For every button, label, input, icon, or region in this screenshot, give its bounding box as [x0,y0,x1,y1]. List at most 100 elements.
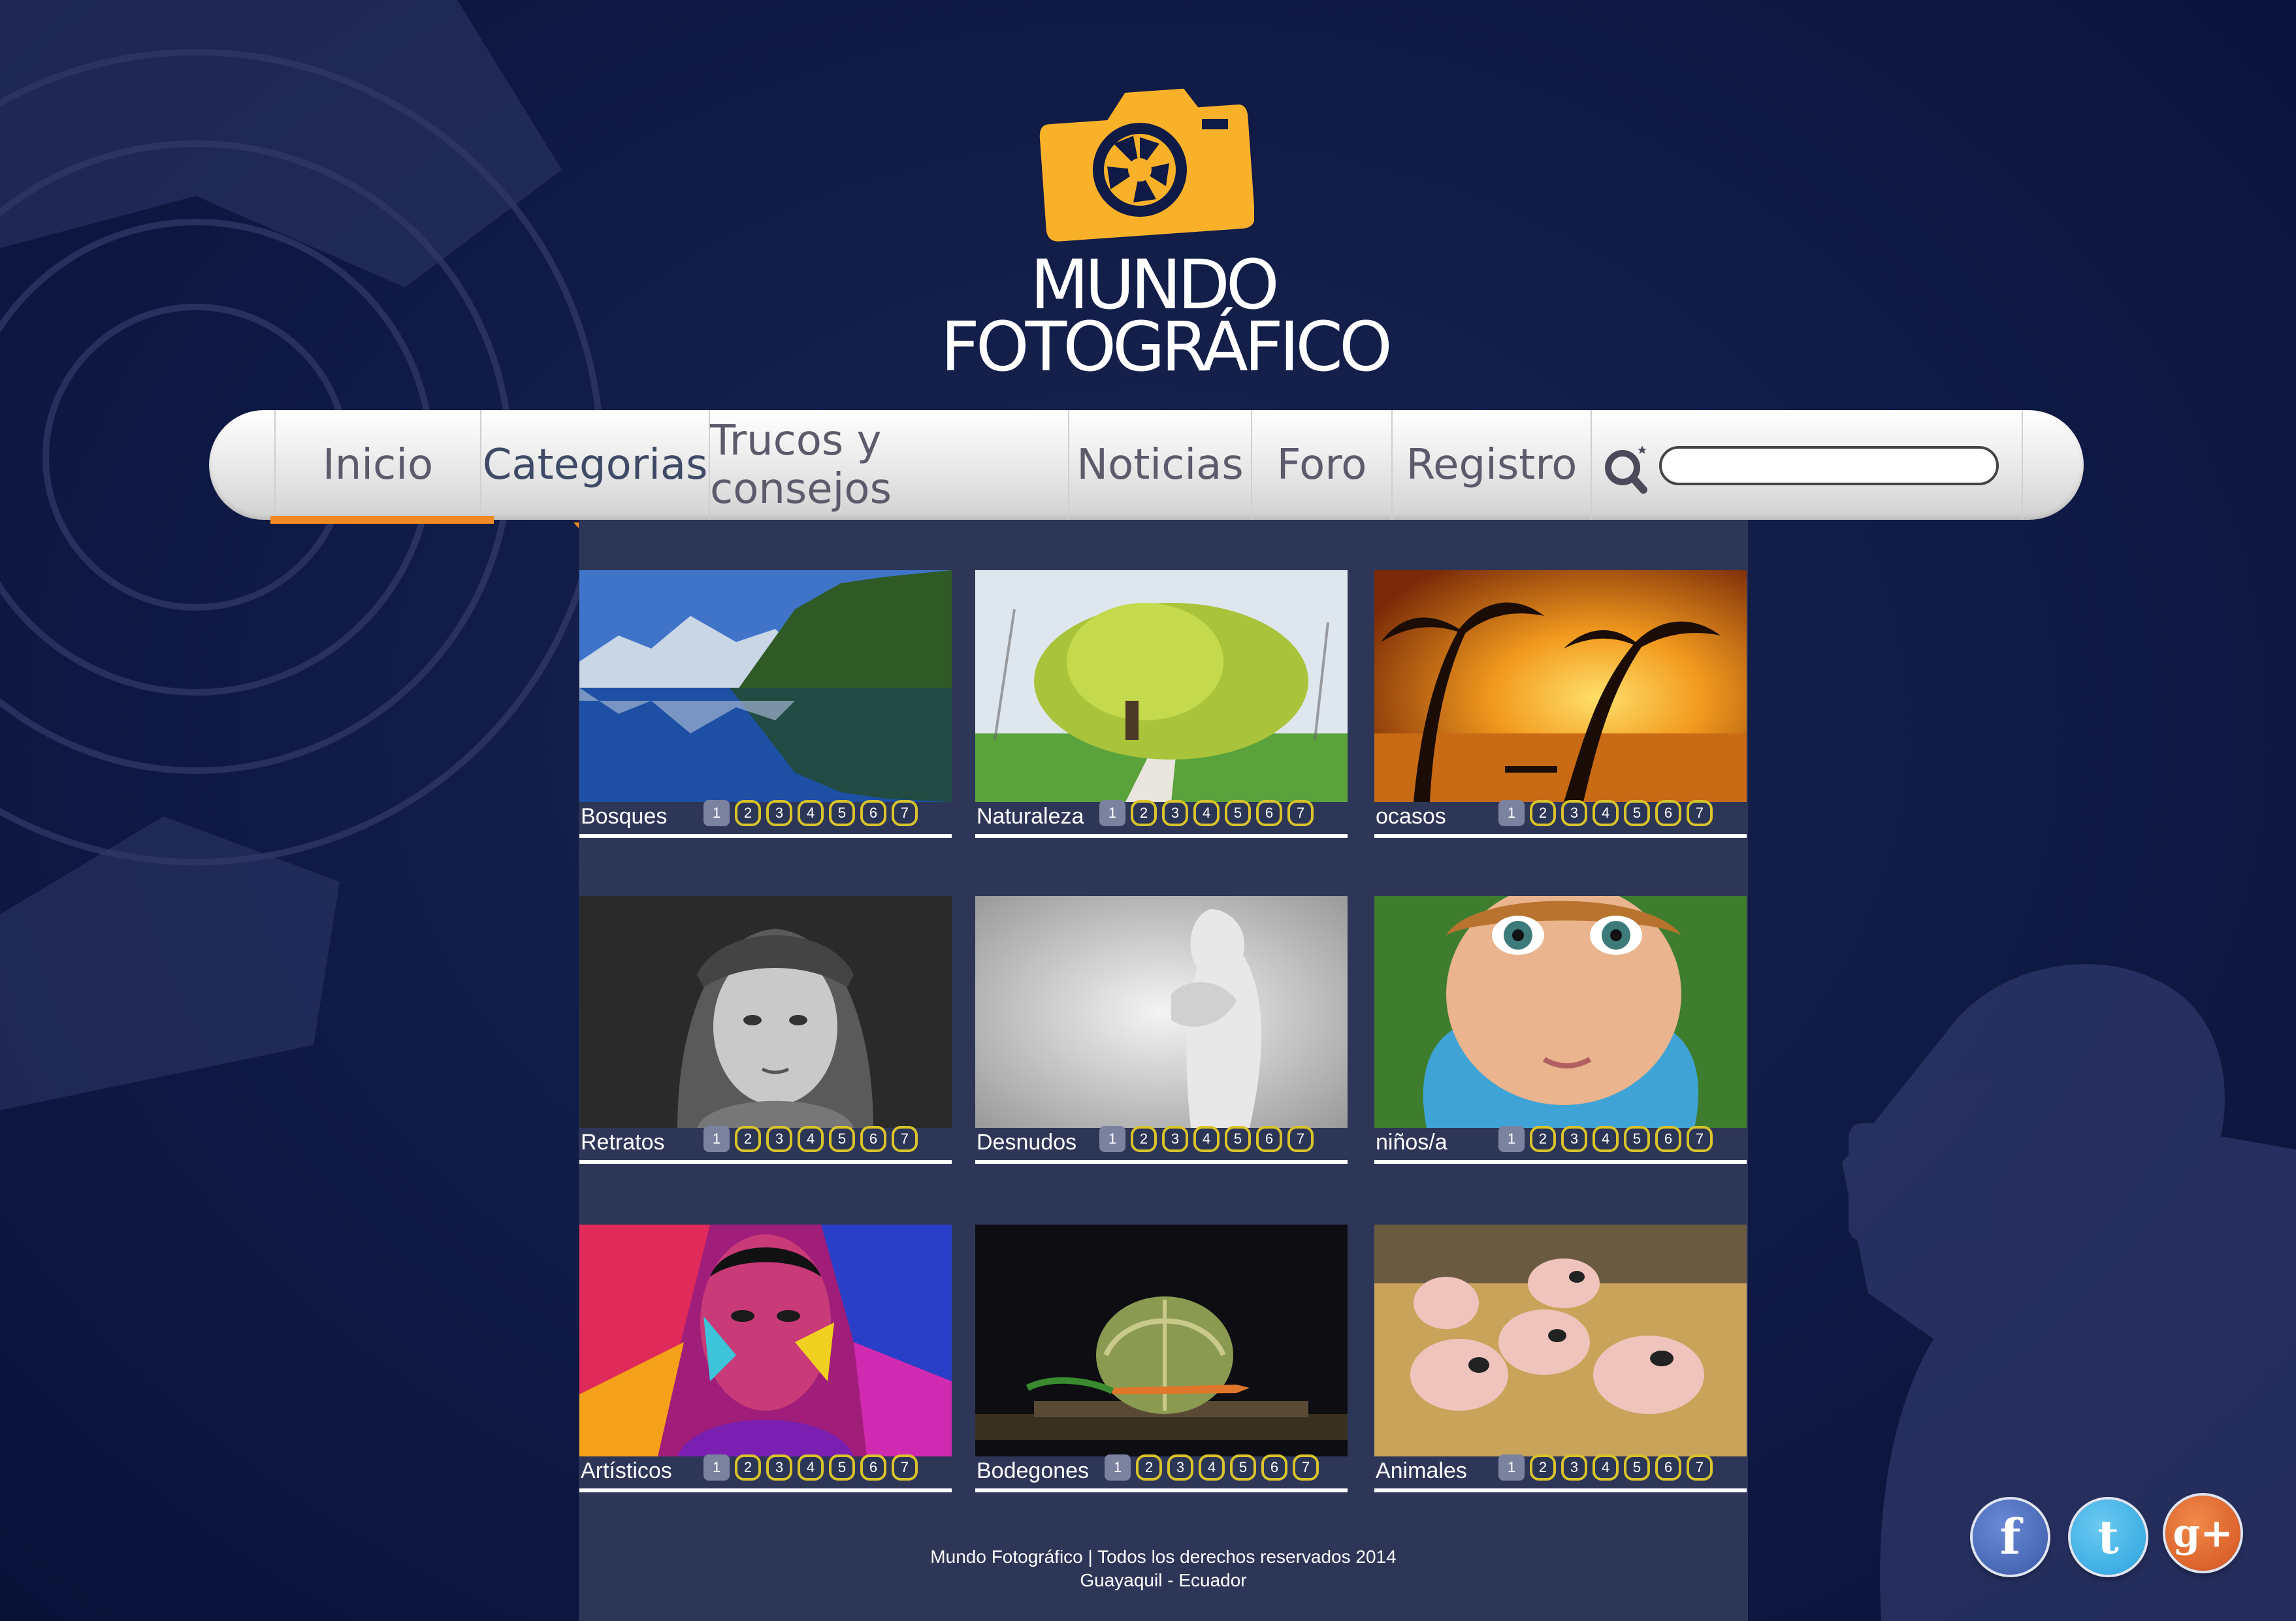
search-icon[interactable] [1600,443,1653,495]
page-button[interactable]: 6 [860,800,886,826]
page-button[interactable]: 4 [1193,800,1220,826]
nav-item-foro[interactable]: Foro [1251,410,1391,520]
page-button[interactable]: 7 [1687,800,1713,826]
page-button[interactable]: 7 [1287,1126,1314,1152]
page-button[interactable]: 5 [829,1126,855,1152]
category-label[interactable]: niños/a [1376,1130,1447,1155]
page-button[interactable]: 1 [1099,800,1125,826]
page-button[interactable]: 2 [735,1126,761,1152]
page-button[interactable]: 2 [735,1454,761,1481]
nav-end-divider [2022,410,2023,520]
page-button[interactable]: 6 [1655,1454,1681,1481]
page-button[interactable]: 6 [1256,800,1282,826]
page-button[interactable]: 1 [1498,800,1525,826]
category-label[interactable]: ocasos [1376,804,1446,829]
category-label[interactable]: Animales [1376,1458,1467,1484]
page-button[interactable]: 4 [798,800,824,826]
site-logo[interactable]: MUNDO FOTOGRÁFICO [941,65,1393,392]
page-button[interactable]: 6 [1256,1126,1282,1152]
page-button[interactable]: 5 [1230,1454,1256,1481]
page-button[interactable]: 6 [1655,800,1681,826]
page-button[interactable]: 7 [1287,800,1314,826]
page-button[interactable]: 6 [860,1126,886,1152]
category-label[interactable]: Naturaleza [977,804,1084,829]
category-label[interactable]: Desnudos [977,1130,1076,1155]
page-button[interactable]: 1 [1498,1454,1525,1481]
nav-item-noticias[interactable]: Noticias [1068,410,1251,520]
page-button[interactable]: 7 [892,1126,918,1152]
painted-face-photo[interactable] [579,1225,952,1456]
category-label[interactable]: Retratos [581,1130,665,1155]
piglets-photo[interactable] [1374,1225,1747,1456]
caption-divider [975,1488,1348,1492]
page-button[interactable]: 3 [766,1454,792,1481]
page-button[interactable]: 1 [703,1454,730,1481]
page-button[interactable]: 3 [766,800,792,826]
page-button[interactable]: 2 [1136,1454,1162,1481]
page-button[interactable]: 4 [1193,1126,1220,1152]
portrait-girl-photo[interactable] [579,896,952,1128]
page-button[interactable]: 4 [798,1454,824,1481]
page-button[interactable]: 2 [1131,1126,1157,1152]
page-button[interactable]: 1 [1498,1126,1525,1152]
willow-tree-photo[interactable] [975,570,1348,802]
page-button[interactable]: 3 [1561,800,1587,826]
nav-item-label: Noticias [1076,441,1244,489]
page-button[interactable]: 6 [1261,1454,1287,1481]
page-button[interactable]: 7 [892,1454,918,1481]
page-button[interactable]: 7 [1687,1126,1713,1152]
page-button[interactable]: 5 [1225,800,1251,826]
lake-forest-photo[interactable] [579,570,952,802]
twitter-icon[interactable]: t [2071,1500,2146,1575]
page-button[interactable]: 2 [1530,1454,1556,1481]
caption-divider [1374,834,1747,838]
page-button[interactable]: 3 [1162,800,1188,826]
footer-copyright: Mundo Fotográfico | Todos los derechos r… [930,1547,1397,1567]
page-button[interactable]: 1 [703,800,730,826]
page-button[interactable]: 7 [892,800,918,826]
page-button[interactable]: 4 [1593,1454,1619,1481]
page-button[interactable]: 5 [829,1454,855,1481]
nude-figure-photo[interactable] [975,896,1348,1128]
page-button[interactable]: 5 [1624,800,1650,826]
page-button[interactable]: 2 [1530,800,1556,826]
google-plus-icon[interactable]: g+ [2165,1496,2240,1571]
page-button[interactable]: 3 [1162,1126,1188,1152]
category-label[interactable]: Bosques [581,804,667,829]
page-button[interactable]: 5 [1624,1126,1650,1152]
category-label[interactable]: Artísticos [581,1458,672,1484]
nav-item-registro[interactable]: Registro [1391,410,1591,520]
page-button[interactable]: 3 [1561,1454,1587,1481]
page-button[interactable]: 1 [1099,1126,1125,1152]
facebook-icon[interactable]: f [1973,1500,2048,1575]
page-button[interactable]: 7 [1293,1454,1319,1481]
nav-item-trucos[interactable]: Trucos y consejos [709,410,1068,520]
page-button[interactable]: 4 [1199,1454,1225,1481]
nav-item-inicio[interactable]: Inicio [274,410,480,520]
page-button[interactable]: 4 [1593,1126,1619,1152]
page-button[interactable]: 5 [1624,1454,1650,1481]
child-face-photo[interactable] [1374,896,1747,1128]
page-button[interactable]: 6 [860,1454,886,1481]
twitter-label: t [2097,1510,2119,1564]
page-button[interactable]: 5 [829,800,855,826]
page-button[interactable]: 4 [1593,800,1619,826]
page-button[interactable]: 2 [735,800,761,826]
cabbage-still-life-photo[interactable] [975,1225,1348,1456]
page-button[interactable]: 1 [1105,1454,1131,1481]
category-label[interactable]: Bodegones [977,1458,1089,1484]
page-button[interactable]: 3 [1561,1126,1587,1152]
page-button[interactable]: 4 [798,1126,824,1152]
nav-item-categorias[interactable]: Categorias [480,410,709,520]
page-button[interactable]: 7 [1687,1454,1713,1481]
page-selector: 1 2 3 4 5 6 7 [1105,1454,1319,1481]
page-button[interactable]: 2 [1131,800,1157,826]
page-button[interactable]: 1 [703,1126,730,1152]
page-button[interactable]: 3 [766,1126,792,1152]
page-button[interactable]: 6 [1655,1126,1681,1152]
sunset-palms-photo[interactable] [1374,570,1747,802]
search-input[interactable] [1659,446,1999,485]
page-button[interactable]: 2 [1530,1126,1556,1152]
page-button[interactable]: 5 [1225,1126,1251,1152]
page-button[interactable]: 3 [1167,1454,1193,1481]
